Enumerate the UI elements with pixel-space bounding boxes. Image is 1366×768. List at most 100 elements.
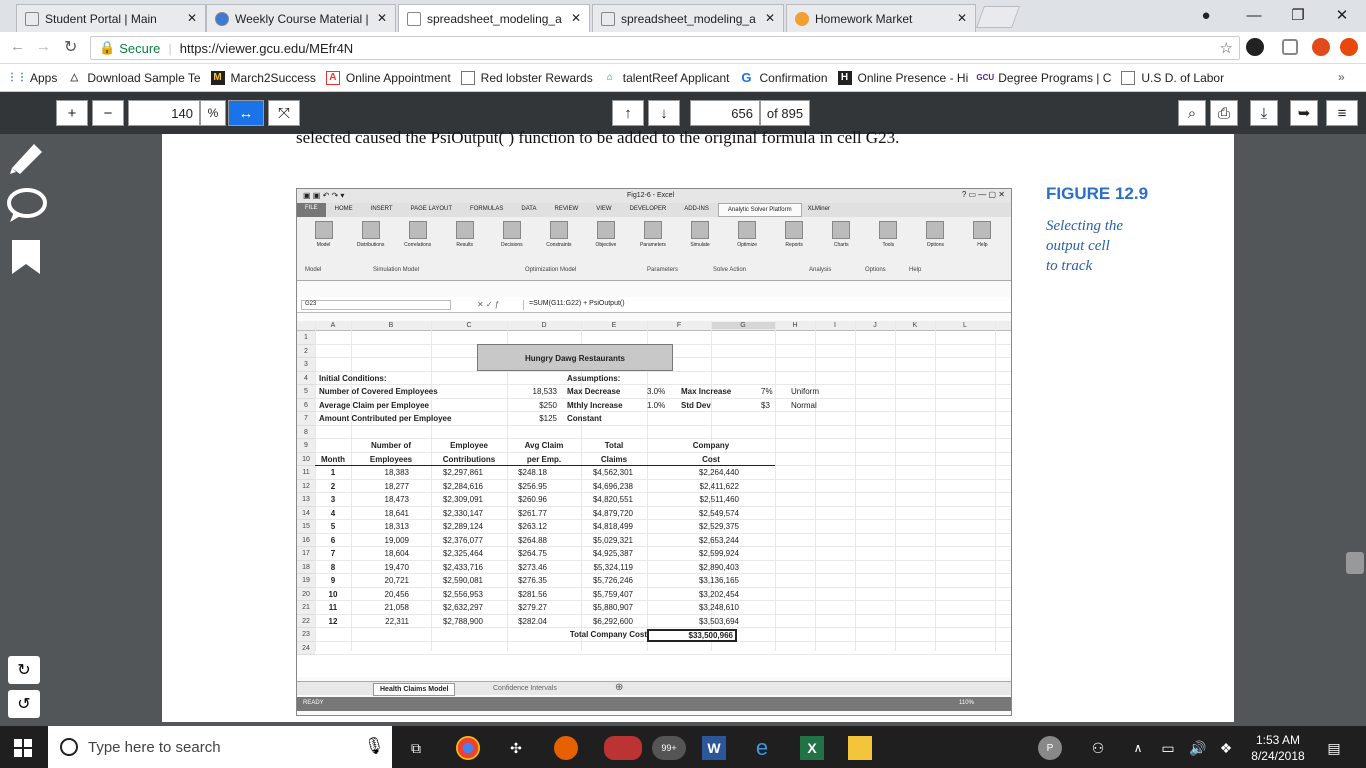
print-icon[interactable]: ⎙ <box>1210 100 1238 126</box>
app-icon[interactable]: ✣ <box>504 736 528 760</box>
zoom-input[interactable]: 140 <box>128 100 200 126</box>
close-tab-icon[interactable]: ✕ <box>765 11 775 25</box>
row-header[interactable]: 15 <box>297 520 315 534</box>
file-explorer-icon[interactable] <box>848 736 872 760</box>
bookmark-degree-programs[interactable]: GCU Degree Programs | C <box>976 71 1111 85</box>
fullscreen-icon[interactable]: ⤧ <box>268 100 300 126</box>
ribbon-button[interactable]: Help <box>960 221 1005 259</box>
zoom-out-button[interactable]: − <box>92 100 124 126</box>
formula-input[interactable]: =SUM(G11:G22) + PsiOutput() <box>523 300 1003 310</box>
row-header[interactable]: 24 <box>297 641 315 655</box>
taskbar-search[interactable]: Type here to search 🎙 <box>48 726 392 768</box>
tab-student-portal[interactable]: Student Portal | Main ✕ <box>16 4 206 32</box>
row-header[interactable]: 12 <box>297 479 315 493</box>
column-header[interactable]: L <box>935 322 995 329</box>
column-header[interactable]: J <box>855 322 895 329</box>
app-icon[interactable] <box>604 736 642 760</box>
name-box[interactable]: G23 <box>301 300 451 310</box>
row-header[interactable]: 8 <box>297 425 315 439</box>
column-header[interactable]: A <box>315 322 351 329</box>
undo-icon[interactable]: ↺ <box>8 690 40 718</box>
volume-icon[interactable]: 🔊 <box>1186 736 1210 760</box>
ribbon-button[interactable]: Simulate <box>678 221 723 259</box>
row-header[interactable]: 5 <box>297 385 315 399</box>
row-header[interactable]: 23 <box>297 628 315 642</box>
edge-icon[interactable]: e <box>750 735 774 760</box>
search-icon[interactable]: ⌕ <box>1178 100 1206 126</box>
row-header[interactable]: 11 <box>297 466 315 480</box>
row-header[interactable]: 16 <box>297 533 315 547</box>
close-window-icon[interactable]: ✕ <box>1322 4 1362 26</box>
people-icon[interactable]: ⚇ <box>1086 736 1110 760</box>
sheet-tab[interactable]: Confidence Intervals <box>487 683 563 694</box>
forward-icon[interactable]: → <box>36 38 51 55</box>
ribbon-button[interactable]: Reports <box>772 221 817 259</box>
menu-icon[interactable]: ≡ <box>1326 100 1358 126</box>
prev-page-icon[interactable]: ↑ <box>612 100 644 126</box>
column-header[interactable]: D <box>507 322 581 329</box>
bookmark-confirmation[interactable]: G Confirmation <box>739 70 827 85</box>
row-header[interactable]: 7 <box>297 412 315 426</box>
minimize-icon[interactable]: — <box>1234 4 1274 26</box>
row-header[interactable]: 17 <box>297 547 315 561</box>
column-header[interactable]: K <box>895 322 935 329</box>
star-icon[interactable]: ☆ <box>1220 39 1233 57</box>
row-header[interactable]: 22 <box>297 614 315 628</box>
bookmark-red-lobster[interactable]: Red lobster Rewards <box>460 70 593 85</box>
clock[interactable]: 1:53 AM 8/24/2018 <box>1246 732 1310 764</box>
tray-chevron-icon[interactable]: ∧ <box>1126 736 1150 760</box>
extension-icon[interactable] <box>1312 38 1330 56</box>
row-header[interactable]: 18 <box>297 560 315 574</box>
row-header[interactable]: 2 <box>297 344 315 358</box>
close-tab-icon[interactable]: ✕ <box>187 11 197 25</box>
firefox-icon[interactable] <box>554 736 578 760</box>
profile-icon[interactable]: ● <box>1186 4 1226 26</box>
bookmark-apps[interactable]: ⋮⋮ Apps <box>7 71 57 85</box>
row-header[interactable]: 9 <box>297 439 315 453</box>
new-tab-button[interactable] <box>975 6 1021 28</box>
ribbon-button[interactable]: Model <box>301 221 346 259</box>
ribbon-button[interactable]: Charts <box>819 221 864 259</box>
sheet-tab[interactable]: Health Claims Model <box>373 683 456 696</box>
extension-icon[interactable] <box>1340 38 1358 56</box>
column-header[interactable]: I <box>815 322 855 329</box>
column-header[interactable]: C <box>431 322 507 329</box>
redo-icon[interactable]: ↻ <box>8 656 40 684</box>
pen-icon[interactable] <box>8 138 46 174</box>
fit-width-icon[interactable]: ↔ <box>228 100 264 126</box>
row-header[interactable]: 6 <box>297 398 315 412</box>
tab-homework-market[interactable]: Homework Market ✕ <box>786 4 976 32</box>
bookmark-download-sample[interactable]: △ Download Sample Te <box>67 71 201 85</box>
comment-icon[interactable] <box>6 186 48 224</box>
mail-badge-icon[interactable]: 99+ <box>652 736 686 760</box>
close-tab-icon[interactable]: ✕ <box>377 11 387 25</box>
row-header[interactable]: 1 <box>297 331 315 345</box>
row-header[interactable]: 4 <box>297 371 315 385</box>
bookmark-march2success[interactable]: M March2Success <box>210 70 316 85</box>
total-value[interactable]: $33,500,966 <box>647 629 737 642</box>
ribbon-button[interactable]: Parameters <box>630 221 675 259</box>
ribbon-button[interactable]: Optimize <box>725 221 770 259</box>
bookmark-talentreef[interactable]: ⌂ talentReef Applicant <box>603 71 730 85</box>
restore-icon[interactable]: ❐ <box>1278 4 1318 26</box>
row-header[interactable]: 10 <box>297 452 315 466</box>
tab-spreadsheet-active[interactable]: spreadsheet_modeling_a ✕ <box>398 4 590 32</box>
extension-icon[interactable] <box>1246 38 1264 56</box>
ribbon-button[interactable]: Constraints <box>536 221 581 259</box>
reload-icon[interactable]: ↻ <box>64 37 77 57</box>
microphone-icon[interactable]: 🎙 <box>364 736 384 756</box>
close-tab-icon[interactable]: ✕ <box>957 11 967 25</box>
ribbon-button[interactable]: Distributions <box>348 221 393 259</box>
url-bar[interactable]: 🔒 Secure | https://viewer.gcu.edu/MEfr4N… <box>90 36 1240 60</box>
row-header[interactable]: 3 <box>297 358 315 372</box>
download-icon[interactable]: ⤓ <box>1250 100 1278 126</box>
word-icon[interactable]: W <box>702 736 726 760</box>
ribbon-button[interactable]: Results <box>442 221 487 259</box>
notifications-icon[interactable]: ▤ <box>1322 736 1346 760</box>
row-header[interactable]: 14 <box>297 506 315 520</box>
bookmark-online-appointment[interactable]: A Online Appointment <box>325 70 451 85</box>
windows-start-icon[interactable] <box>14 739 32 757</box>
chrome-icon[interactable] <box>456 736 480 760</box>
zoom-in-button[interactable]: + <box>56 100 88 126</box>
bookmark-online-presence[interactable]: H Online Presence - Hi <box>837 70 968 85</box>
